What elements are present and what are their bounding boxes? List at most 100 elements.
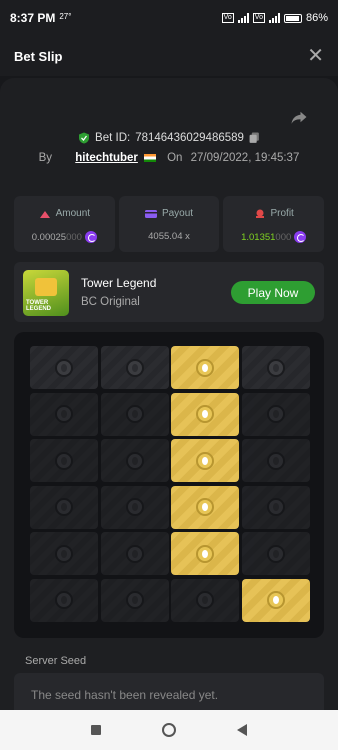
shield-check-icon <box>79 132 90 144</box>
game-name: Tower Legend <box>81 276 157 290</box>
tile <box>30 392 98 436</box>
coin-icon <box>84 231 97 243</box>
egg-icon <box>266 591 285 609</box>
game-subtitle: BC Original <box>81 296 140 308</box>
tile <box>30 485 98 529</box>
egg-icon <box>266 358 285 377</box>
tile <box>100 532 169 575</box>
egg-icon <box>55 451 73 470</box>
signal-icon <box>237 13 249 23</box>
bet-id-value: 78146436029486589 <box>135 132 244 144</box>
share-icon[interactable] <box>290 108 308 126</box>
tile-revealed <box>241 578 310 622</box>
egg-icon <box>55 591 73 609</box>
egg-icon <box>266 405 285 423</box>
play-now-button[interactable]: Play Now <box>231 281 315 304</box>
tile <box>171 578 239 622</box>
volte-icon-2: Vo <box>252 13 265 23</box>
battery-percent: 86% <box>305 12 328 24</box>
bet-stats: Amount 0.00025000 Payout 4055.04 x Profi… <box>14 196 325 252</box>
status-bar: 8:37 PM 27° Vo Vo 86% <box>0 0 338 36</box>
egg-icon <box>196 498 214 516</box>
egg-icon <box>125 358 144 377</box>
server-seed-label: Server Seed <box>25 655 87 667</box>
tile <box>30 578 98 622</box>
bet-slip-header: Bet Slip ✕ <box>0 36 338 76</box>
status-icons: Vo Vo 86% <box>221 12 328 24</box>
volte-icon: Vo <box>221 13 234 23</box>
egg-icon <box>125 591 144 609</box>
india-flag-icon <box>143 153 156 162</box>
profit-stat: Profit 1.01351000 <box>223 196 325 252</box>
tower-board <box>14 332 324 638</box>
payout-label: Payout <box>161 208 194 219</box>
amount-value-dim: 000 <box>66 231 82 243</box>
tile <box>241 532 310 575</box>
egg-icon <box>266 498 285 516</box>
tile <box>241 439 310 482</box>
egg-icon <box>196 544 214 563</box>
copy-icon[interactable] <box>249 132 260 144</box>
signal-icon-2 <box>268 13 280 23</box>
tile <box>30 439 98 482</box>
egg-icon <box>266 451 285 470</box>
profit-icon <box>255 209 264 218</box>
egg-icon <box>55 498 73 516</box>
recents-icon[interactable] <box>90 725 101 735</box>
status-time: 8:37 PM <box>10 11 56 25</box>
amount-label: Amount <box>55 208 91 219</box>
tile-revealed <box>171 346 239 389</box>
amount-value: 0.00025 <box>31 231 67 243</box>
close-icon[interactable]: ✕ <box>307 46 324 66</box>
back-icon[interactable] <box>237 724 248 736</box>
tile <box>241 485 310 529</box>
bet-byline: By hitechtuber On 27/09/2022, 19:45:37 <box>0 152 338 164</box>
bet-datetime: 27/09/2022, 19:45:37 <box>190 152 300 164</box>
tile-revealed <box>171 532 239 575</box>
payout-icon <box>144 209 157 218</box>
tile <box>100 439 169 482</box>
user-link[interactable]: hitechtuber <box>75 152 138 164</box>
egg-icon <box>266 544 285 563</box>
egg-icon <box>55 358 73 377</box>
coin-icon <box>294 231 307 243</box>
status-temp: 27° <box>59 11 72 21</box>
egg-icon <box>196 591 214 609</box>
egg-icon <box>125 405 144 423</box>
egg-icon <box>125 498 144 516</box>
profit-label: Profit <box>270 208 294 219</box>
tile <box>100 346 169 389</box>
payout-value: 4055.04 x <box>148 231 190 242</box>
game-card: TOWER LEGEND Tower Legend BC Original Pl… <box>14 262 324 322</box>
game-thumbnail-text: TOWER LEGEND <box>26 300 52 312</box>
profit-value: 1.01351 <box>241 231 276 243</box>
egg-icon <box>55 544 73 563</box>
tile <box>100 578 169 622</box>
on-label: On <box>167 152 183 164</box>
android-nav-bar <box>0 710 338 750</box>
bet-id-label: Bet ID: <box>95 132 131 144</box>
game-thumbnail[interactable]: TOWER LEGEND <box>23 270 69 316</box>
egg-icon <box>196 358 214 377</box>
tile <box>100 485 169 529</box>
amount-icon <box>39 210 50 218</box>
battery-icon <box>283 13 302 23</box>
tile <box>100 392 169 436</box>
payout-stat: Payout 4055.04 x <box>118 196 220 252</box>
tile <box>30 532 98 575</box>
egg-icon <box>125 544 144 563</box>
page-title: Bet Slip <box>14 48 63 64</box>
egg-icon <box>125 451 144 470</box>
home-icon[interactable] <box>161 723 176 737</box>
by-label: By <box>38 152 53 164</box>
egg-icon <box>196 451 214 470</box>
egg-icon <box>196 405 214 423</box>
tile <box>241 392 310 436</box>
amount-stat: Amount 0.00025000 <box>14 196 115 252</box>
tile <box>241 346 310 389</box>
egg-icon <box>55 405 73 423</box>
tile-revealed <box>171 392 239 436</box>
bet-id-row: Bet ID: 78146436029486589 <box>0 132 338 144</box>
tile-revealed <box>171 439 239 482</box>
tile-revealed <box>171 485 239 529</box>
